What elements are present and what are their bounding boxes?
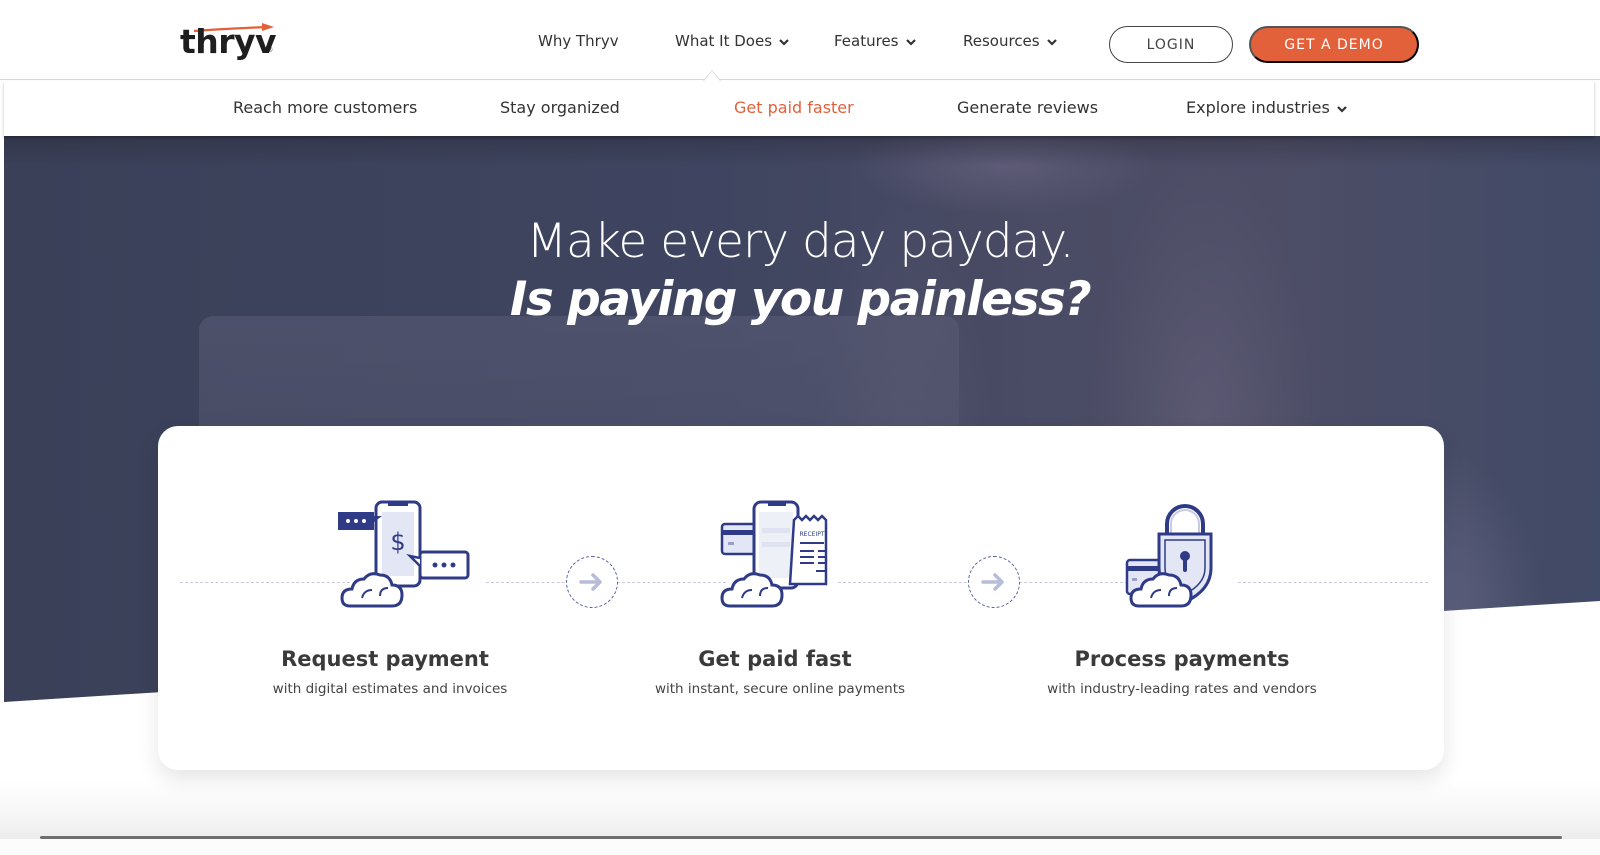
active-menu-caret	[703, 70, 721, 81]
nav-why-thryv[interactable]: Why Thryv	[538, 32, 619, 50]
nav-resources[interactable]: Resources	[963, 32, 1058, 50]
payment-steps-card: $ RECEIPT Request payment with digital e…	[158, 426, 1444, 770]
login-button[interactable]: LOGIN	[1109, 26, 1233, 63]
step-description: with digital estimates and invoices	[272, 681, 508, 697]
subnav-reach-more-customers[interactable]: Reach more customers	[233, 98, 417, 117]
subnav-label: Get paid faster	[734, 98, 854, 117]
subnav-get-paid-faster[interactable]: Get paid faster	[734, 98, 854, 117]
chevron-down-icon	[779, 39, 789, 46]
arrow-right-icon	[981, 573, 1004, 591]
nav-label: What It Does	[675, 32, 773, 50]
hero-shade	[4, 136, 1600, 166]
sub-nav: Reach more customers Stay organized Get …	[4, 81, 1594, 136]
receipt-label: RECEIPT	[800, 531, 825, 538]
get-a-demo-button[interactable]: GET A DEMO	[1249, 26, 1419, 63]
next-section	[0, 839, 1600, 855]
subnav-label: Generate reviews	[957, 98, 1099, 117]
connector-line	[1238, 582, 1428, 583]
nav-features[interactable]: Features	[834, 32, 917, 50]
section-separator-shadow	[0, 780, 1600, 840]
padlock-card-icon	[1125, 504, 1213, 608]
subnav-stay-organized[interactable]: Stay organized	[500, 98, 620, 117]
subnav-label: Explore industries	[1186, 98, 1330, 117]
chevron-down-icon	[1337, 105, 1347, 113]
connector-line	[180, 582, 350, 583]
chevron-down-icon	[1046, 39, 1057, 46]
subnav-label: Stay organized	[500, 98, 620, 117]
step-connector-circle	[968, 556, 1020, 608]
step-description: with industry-leading rates and vendors	[1047, 681, 1317, 697]
thryv-logo[interactable]: thryv ®	[180, 18, 280, 62]
phone-card-receipt-icon: RECEIPT	[720, 500, 828, 608]
registered-mark: ®	[268, 48, 273, 54]
nav-label: Why Thryv	[538, 32, 619, 50]
subnav-generate-reviews[interactable]: Generate reviews	[957, 98, 1098, 117]
step-title-process-payments: Process payments	[1074, 647, 1290, 671]
subnav-label: Reach more customers	[233, 98, 418, 117]
step-connector-circle	[566, 556, 618, 608]
nav-label: Resources	[963, 32, 1040, 50]
hero-subheadline: Is paying you painless?	[509, 272, 1092, 327]
chevron-down-icon	[905, 39, 916, 46]
step-title-get-paid-fast: Get paid fast	[698, 647, 852, 671]
logo-text: thryv	[180, 22, 277, 61]
subnav-explore-industries[interactable]: Explore industries	[1186, 98, 1348, 117]
step-description: with instant, secure online payments	[654, 681, 906, 697]
step-title-request-payment: Request payment	[281, 647, 489, 671]
nav-what-it-does[interactable]: What It Does	[675, 32, 790, 50]
svg-text:$: $	[390, 528, 405, 556]
top-header: thryv ® Why Thryv What It Does Features …	[0, 0, 1600, 80]
arrow-right-icon	[579, 573, 602, 591]
nav-label: Features	[834, 32, 899, 50]
hero-headline: Make every day payday.	[526, 214, 1074, 269]
phone-payment-request-icon: $	[338, 500, 470, 608]
